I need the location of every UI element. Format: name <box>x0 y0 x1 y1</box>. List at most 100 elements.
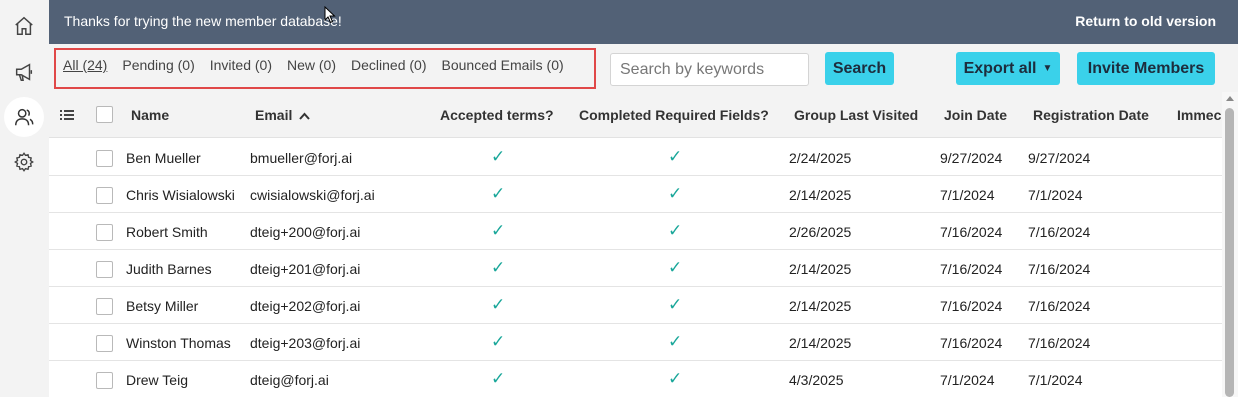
export-all-label: Export all <box>963 59 1037 77</box>
home-nav-button[interactable] <box>4 6 44 46</box>
table-row[interactable]: Drew Teig dteig@forj.ai ✓ ✓ 4/3/2025 7/1… <box>49 361 1222 397</box>
column-header-registration-date[interactable]: Registration Date <box>1033 107 1149 123</box>
cell-registration-date: 7/16/2024 <box>1028 224 1091 240</box>
cell-name: Drew Teig <box>126 372 188 388</box>
accepted-terms-check-icon: ✓ <box>491 295 506 314</box>
table-header: Name Email Accepted terms? Completed Req… <box>49 92 1222 138</box>
members-table: Name Email Accepted terms? Completed Req… <box>49 92 1222 397</box>
cell-registration-date: 9/27/2024 <box>1028 150 1091 166</box>
cell-join-date: 7/1/2024 <box>940 372 995 388</box>
completed-fields-check-icon: ✓ <box>668 184 683 203</box>
cell-registration-date: 7/1/2024 <box>1028 187 1083 203</box>
row-checkbox[interactable] <box>96 298 113 315</box>
members-nav-button[interactable] <box>4 97 44 137</box>
cell-join-date: 7/1/2024 <box>940 187 995 203</box>
cell-join-date: 9/27/2024 <box>940 150 1003 166</box>
cell-join-date: 7/16/2024 <box>940 261 1003 277</box>
accepted-terms-check-icon: ✓ <box>491 184 506 203</box>
accepted-terms-check-icon: ✓ <box>491 258 506 277</box>
cell-group-last-visited: 2/14/2025 <box>789 298 852 314</box>
cell-group-last-visited: 2/26/2025 <box>789 224 852 240</box>
filter-tabs: All (24) Pending (0) Invited (0) New (0)… <box>63 57 579 73</box>
cell-registration-date: 7/16/2024 <box>1028 335 1091 351</box>
cell-name: Robert Smith <box>126 224 208 240</box>
banner-message: Thanks for trying the new member databas… <box>64 13 342 29</box>
filter-tab-pending[interactable]: Pending (0) <box>122 57 194 73</box>
row-checkbox[interactable] <box>96 261 113 278</box>
table-row[interactable]: Ben Mueller bmueller@forj.ai ✓ ✓ 2/24/20… <box>49 139 1222 176</box>
scroll-up-arrow-icon[interactable] <box>1226 96 1234 101</box>
column-header-email[interactable]: Email <box>255 107 310 123</box>
table-row[interactable]: Chris Wisialowski cwisialowski@forj.ai ✓… <box>49 176 1222 213</box>
table-row[interactable]: Betsy Miller dteig+202@forj.ai ✓ ✓ 2/14/… <box>49 287 1222 324</box>
filter-tab-bounced-emails[interactable]: Bounced Emails (0) <box>442 57 564 73</box>
filter-tab-invited[interactable]: Invited (0) <box>210 57 272 73</box>
row-checkbox[interactable] <box>96 187 113 204</box>
cell-name: Ben Mueller <box>126 150 201 166</box>
cell-name: Betsy Miller <box>126 298 199 314</box>
completed-fields-check-icon: ✓ <box>668 332 683 351</box>
cell-name: Winston Thomas <box>126 335 231 351</box>
table-row[interactable]: Judith Barnes dteig+201@forj.ai ✓ ✓ 2/14… <box>49 250 1222 287</box>
row-checkbox[interactable] <box>96 372 113 389</box>
members-icon <box>15 108 34 126</box>
cell-registration-date: 7/16/2024 <box>1028 261 1091 277</box>
cell-group-last-visited: 2/14/2025 <box>789 187 852 203</box>
cell-email: cwisialowski@forj.ai <box>250 187 375 203</box>
cell-group-last-visited: 2/14/2025 <box>789 335 852 351</box>
column-header-name[interactable]: Name <box>131 107 169 123</box>
cell-name: Chris Wisialowski <box>126 187 235 203</box>
icon-rail <box>0 0 49 397</box>
cell-email: dteig+202@forj.ai <box>250 298 361 314</box>
column-header-group-last-visited[interactable]: Group Last Visited <box>794 107 918 123</box>
column-header-email-label: Email <box>255 107 293 123</box>
column-header-accepted-terms[interactable]: Accepted terms? <box>440 107 554 123</box>
column-header-completed-required-fields[interactable]: Completed Required Fields? <box>579 107 769 123</box>
cell-registration-date: 7/1/2024 <box>1028 372 1083 388</box>
search-input[interactable] <box>610 53 809 86</box>
filter-tab-all[interactable]: All (24) <box>63 57 107 73</box>
cell-group-last-visited: 4/3/2025 <box>789 372 844 388</box>
cell-email: bmueller@forj.ai <box>250 150 353 166</box>
filter-tab-declined[interactable]: Declined (0) <box>351 57 426 73</box>
column-settings-icon[interactable] <box>60 108 74 125</box>
settings-nav-button[interactable] <box>4 142 44 182</box>
toolbar: All (24) Pending (0) Invited (0) New (0)… <box>49 44 1238 92</box>
mouse-cursor-icon <box>324 6 336 24</box>
table-scrollbar[interactable] <box>1222 92 1238 397</box>
filter-tab-new[interactable]: New (0) <box>287 57 336 73</box>
sort-ascending-icon <box>299 107 310 123</box>
announcements-nav-button[interactable] <box>4 52 44 92</box>
accepted-terms-check-icon: ✓ <box>491 221 506 240</box>
completed-fields-check-icon: ✓ <box>668 369 683 388</box>
invite-members-button[interactable]: Invite Members <box>1077 52 1215 85</box>
cell-group-last-visited: 2/24/2025 <box>789 150 852 166</box>
return-to-old-version-link[interactable]: Return to old version <box>1075 13 1216 29</box>
completed-fields-check-icon: ✓ <box>668 221 683 240</box>
accepted-terms-check-icon: ✓ <box>491 332 506 351</box>
table-row[interactable]: Winston Thomas dteig+203@forj.ai ✓ ✓ 2/1… <box>49 324 1222 361</box>
cell-email: dteig+203@forj.ai <box>250 335 361 351</box>
row-checkbox[interactable] <box>96 224 113 241</box>
cell-email: dteig+201@forj.ai <box>250 261 361 277</box>
cell-join-date: 7/16/2024 <box>940 335 1003 351</box>
table-row[interactable]: Robert Smith dteig+200@forj.ai ✓ ✓ 2/26/… <box>49 213 1222 250</box>
search-button[interactable]: Search <box>825 52 894 85</box>
completed-fields-check-icon: ✓ <box>668 258 683 277</box>
completed-fields-check-icon: ✓ <box>668 147 683 166</box>
row-checkbox[interactable] <box>96 150 113 167</box>
cell-registration-date: 7/16/2024 <box>1028 298 1091 314</box>
column-header-join-date[interactable]: Join Date <box>944 107 1007 123</box>
cell-group-last-visited: 2/14/2025 <box>789 261 852 277</box>
select-all-checkbox[interactable] <box>96 106 113 123</box>
accepted-terms-check-icon: ✓ <box>491 369 506 388</box>
chevron-down-icon: ▼ <box>1042 63 1053 74</box>
column-header-overflow[interactable]: Immec <box>1177 107 1221 123</box>
accepted-terms-check-icon: ✓ <box>491 147 506 166</box>
completed-fields-check-icon: ✓ <box>668 295 683 314</box>
cell-join-date: 7/16/2024 <box>940 298 1003 314</box>
row-checkbox[interactable] <box>96 335 113 352</box>
cell-name: Judith Barnes <box>126 261 212 277</box>
export-all-button[interactable]: Export all ▼ <box>956 52 1060 85</box>
scrollbar-thumb[interactable] <box>1225 108 1234 397</box>
